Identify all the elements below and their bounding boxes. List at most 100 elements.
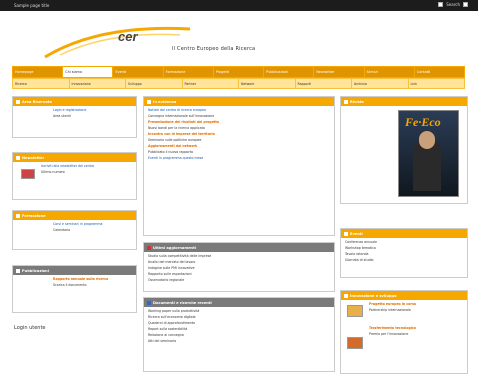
panel-header: In evidenza	[144, 97, 334, 106]
nav-tab-homepage[interactable]: Homepage	[13, 67, 63, 77]
left-panel-pubblicazioni: Pubblicazioni Rapporto annuale sulla ric…	[12, 265, 137, 313]
subnav-item-partner[interactable]: Partner	[182, 79, 238, 88]
panel-link[interactable]: Rapporto annuale sulla ricerca	[53, 277, 132, 281]
nav-tab-servizi[interactable]: Servizi	[364, 67, 414, 77]
center-panel-aggiornamenti: Ultimi aggiornamenti Studio sulla compet…	[143, 242, 335, 292]
subnav-item-sviluppo[interactable]: Sviluppo	[126, 79, 182, 88]
panel-title: Rivista	[350, 99, 364, 104]
list-item[interactable]: Studio sulla competitività delle imprese	[148, 254, 330, 258]
magazine-cover[interactable]: Fe·Eco	[398, 110, 459, 197]
article-link[interactable]: Trasferimento tecnologico	[369, 326, 463, 330]
panel-icon	[16, 213, 20, 218]
subnav-item-network[interactable]: Network	[239, 79, 295, 88]
panel-icon	[16, 155, 20, 160]
panel-header: Pubblicazioni	[13, 266, 136, 275]
site-tagline: Il Centro Europeo della Ricerca	[172, 46, 256, 52]
nav-tab-progetti[interactable]: Progetti	[213, 67, 264, 77]
nav-tab-contatti[interactable]: Contatti	[414, 67, 464, 77]
newsletter-thumbnail[interactable]	[21, 169, 35, 179]
list-item[interactable]: Indagine sulle PMI innovative	[148, 266, 330, 270]
panel-icon	[344, 99, 348, 104]
nav-tab-pubblicazioni[interactable]: Pubblicazioni	[264, 67, 314, 77]
article-text: Premio per l'innovazione	[369, 332, 409, 336]
panel-icon	[344, 293, 348, 298]
center-panel-documenti: Documenti e ricerche recenti Working pap…	[143, 297, 335, 372]
list-item[interactable]: Relazione al convegno	[148, 333, 330, 337]
panel-text: Area utenti	[53, 114, 71, 118]
panel-title: In evidenza	[153, 99, 177, 104]
panel-text: Ultimo numero	[41, 170, 65, 174]
top-bar-title: Sample page title	[14, 3, 50, 8]
top-search-link[interactable]: Search	[446, 2, 460, 7]
news-link[interactable]: Incontro con le imprese del territorio	[148, 132, 330, 136]
site-header: cer Il Centro Europeo della Ricerca	[0, 11, 478, 64]
right-panel-eventi: Eventi Conferenza annuale Workshop temat…	[340, 228, 468, 278]
subnav-item-rapporti[interactable]: Rapporti	[295, 79, 351, 88]
panel-header: Newsletter	[13, 153, 136, 162]
news-text: Convegno internazionale sull'innovazione	[148, 114, 215, 118]
panel-header: Documenti e ricerche recenti	[144, 298, 334, 307]
site-logo[interactable]: cer	[118, 29, 138, 44]
panel-header: Formazione	[13, 211, 136, 220]
news-text: Pubblicato il nuovo rapporto	[148, 150, 194, 154]
panel-title: Area Riservata	[22, 99, 52, 104]
panel-icon	[147, 300, 151, 305]
checkbox-icon[interactable]	[438, 2, 444, 7]
panel-icon	[344, 231, 348, 236]
subnav-item-archivio[interactable]: Archivio	[352, 79, 408, 88]
news-link[interactable]: Aggiornamenti dal network	[148, 144, 330, 148]
list-item[interactable]: Ricerca sull'economia digitale	[148, 315, 330, 319]
panel-icon	[16, 268, 20, 273]
panel-header: Area Riservata	[13, 97, 136, 106]
panel-header: Ultimi aggiornamenti	[144, 243, 334, 252]
event-item[interactable]: Workshop tematico	[345, 246, 463, 250]
event-item[interactable]: Conferenza annuale	[345, 240, 463, 244]
sub-navigation: Ricerca Innovazione Sviluppo Partner Net…	[12, 78, 465, 89]
list-item[interactable]: Working paper sulla produttività	[148, 309, 330, 313]
nav-tab-eventi[interactable]: Eventi	[113, 67, 163, 77]
panel-icon	[16, 99, 20, 104]
panel-header: Rivista	[341, 97, 467, 106]
panel-icon	[147, 245, 151, 250]
top-bar-actions: Search	[438, 2, 468, 7]
panel-text: Scarica il documento	[53, 283, 87, 287]
list-item[interactable]: Atti del seminario	[148, 339, 330, 343]
subnav-item-link[interactable]: Link	[408, 79, 464, 88]
list-item[interactable]: Rapporto sulle esportazioni	[148, 272, 330, 276]
subnav-item-ricerca[interactable]: Ricerca	[13, 79, 69, 88]
panel-link[interactable]: Login e registrazione	[53, 108, 132, 112]
panel-header: Innovazione e sviluppo	[341, 291, 467, 300]
nav-tab-formazione[interactable]: Formazione	[163, 67, 213, 77]
close-icon[interactable]	[463, 2, 468, 7]
nav-tab-newsletter[interactable]: Newsletter	[314, 67, 364, 77]
article-link[interactable]: Progetto europeo in corso	[369, 302, 463, 306]
panel-title: Newsletter	[22, 155, 45, 160]
left-panel-formazione: Formazione Corsi e seminari in programma…	[12, 210, 137, 250]
nav-tab-chi-siamo[interactable]: Chi siamo	[63, 67, 113, 77]
panel-link[interactable]: Iscriviti alla newsletter del centro	[41, 164, 132, 168]
left-panel-newsletter: Newsletter Iscriviti alla newsletter del…	[12, 152, 137, 200]
news-link[interactable]: Eventi in programma questo mese	[148, 156, 330, 160]
panel-title: Ultimi aggiornamenti	[153, 245, 197, 250]
list-item[interactable]: Analisi del mercato del lavoro	[148, 260, 330, 264]
panel-title: Documenti e ricerche recenti	[153, 300, 212, 305]
article-thumbnail[interactable]	[347, 305, 363, 317]
list-item[interactable]: Quaderni di approfondimento	[148, 321, 330, 325]
list-item[interactable]: Osservatorio regionale	[148, 278, 330, 282]
magazine-title: Fe·Eco	[405, 115, 441, 129]
login-label[interactable]: Login utente	[14, 325, 46, 331]
main-navigation: Homepage Chi siamo Eventi Formazione Pro…	[12, 66, 465, 78]
subnav-item-innovazione[interactable]: Innovazione	[69, 79, 125, 88]
panel-header: Eventi	[341, 229, 467, 238]
panel-link[interactable]: Corsi e seminari in programma	[53, 222, 132, 226]
panel-title: Pubblicazioni	[22, 268, 49, 273]
article-thumbnail[interactable]	[347, 337, 363, 349]
panel-icon	[147, 99, 151, 104]
news-link[interactable]: Presentazione dei risultati del progetto	[148, 120, 330, 124]
panel-title: Innovazione e sviluppo	[350, 293, 397, 298]
event-item[interactable]: Tavola rotonda	[345, 252, 463, 256]
event-item[interactable]: Giornata di studio	[345, 258, 463, 262]
news-link[interactable]: Notizie dal centro di ricerca europeo	[148, 108, 330, 112]
panel-title: Eventi	[350, 231, 363, 236]
list-item[interactable]: Report sulla sostenibilità	[148, 327, 330, 331]
